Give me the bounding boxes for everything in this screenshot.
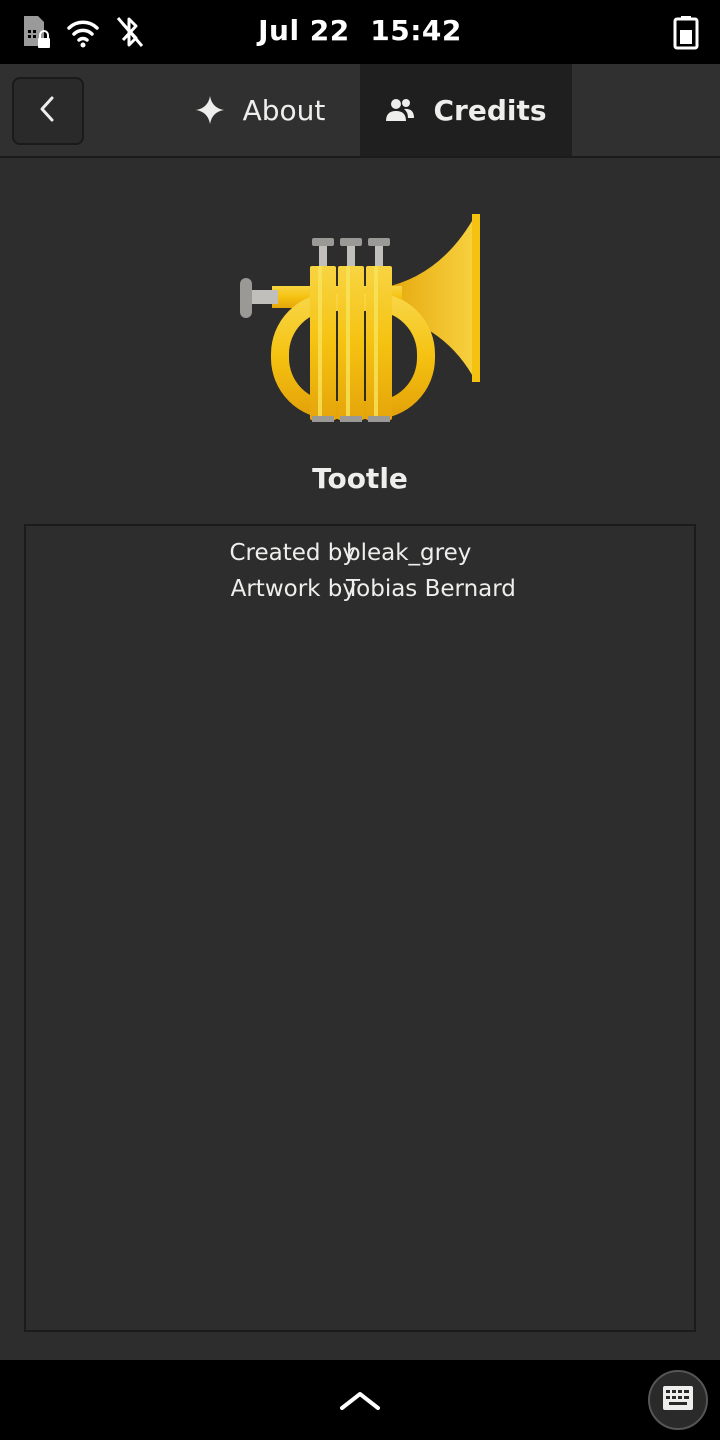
status-time: 15:42 — [370, 14, 462, 47]
credit-row-created: Created by bleak_grey — [26, 540, 694, 576]
tab-about-label: About — [242, 93, 326, 127]
tab-credits-label: Credits — [433, 93, 547, 127]
chevron-up-icon[interactable] — [336, 1382, 384, 1418]
credit-label: Artwork by — [230, 576, 356, 602]
bottom-bar — [0, 1360, 720, 1440]
battery-icon — [672, 14, 700, 50]
people-icon — [385, 97, 415, 123]
keyboard-icon — [662, 1385, 694, 1415]
header-bar: About Credits — [0, 64, 720, 158]
keyboard-button[interactable] — [648, 1370, 708, 1430]
sparkle-icon — [195, 95, 225, 125]
status-date: Jul 22 — [258, 14, 350, 47]
trumpet-icon — [232, 206, 488, 430]
credit-value: bleak_grey — [346, 540, 472, 566]
tab-credits[interactable]: Credits — [360, 64, 572, 156]
credits-panel: Created by bleak_grey Artwork by Tobias … — [24, 524, 696, 1332]
chevron-left-icon — [36, 94, 60, 128]
credit-row-artwork: Artwork by Tobias Bernard — [26, 576, 694, 612]
status-clock: Jul 22 15:42 — [0, 14, 720, 47]
status-bar: Jul 22 15:42 — [0, 0, 720, 64]
app-name: Tootle — [312, 462, 408, 495]
back-button[interactable] — [12, 77, 84, 145]
tab-about[interactable]: About — [160, 64, 360, 156]
credit-label: Created by — [229, 540, 356, 566]
credit-value: Tobias Bernard — [346, 576, 516, 602]
